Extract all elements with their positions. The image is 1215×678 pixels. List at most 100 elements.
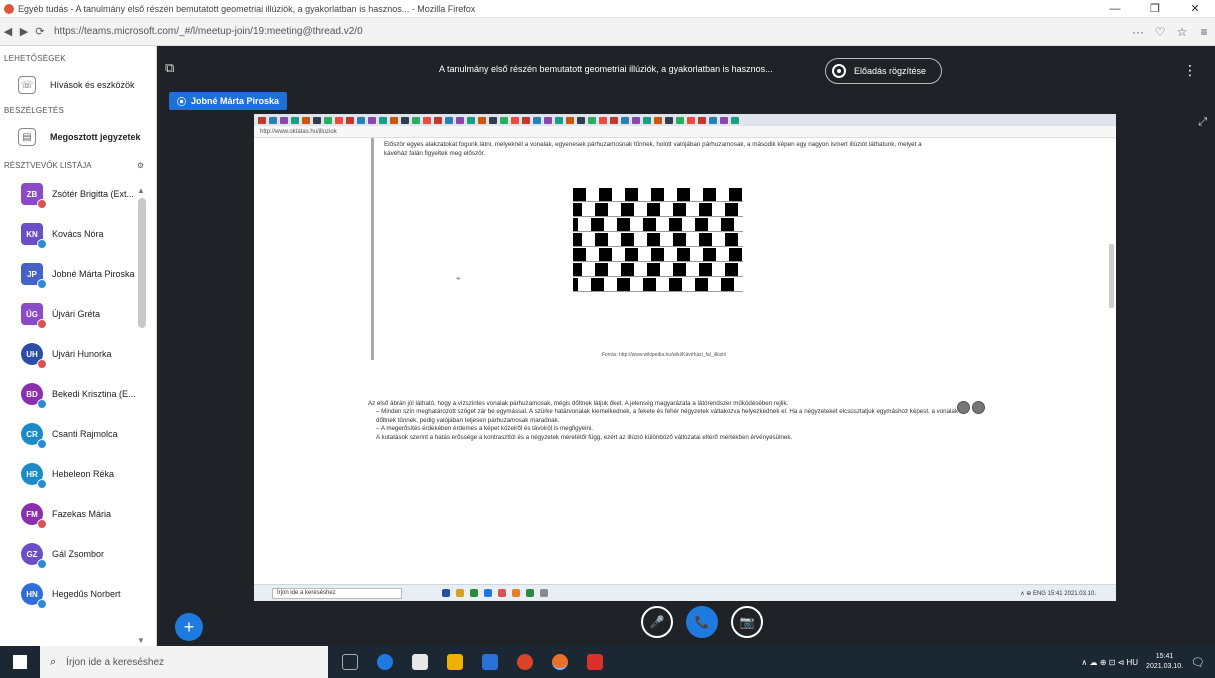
browser-tab [687, 116, 695, 124]
participant-name: Újvári Gréta [52, 309, 101, 319]
avatar: HN [21, 583, 47, 609]
browser-tab [621, 116, 629, 124]
taskbar-search-placeholder: Írjon ide a kereséshez [66, 656, 165, 668]
firefox-icon [4, 3, 14, 14]
section-label-options: Lehetőségek [4, 54, 66, 63]
status-dot-icon [37, 359, 47, 369]
participant-item[interactable]: UH Ujvári Hunorka [0, 334, 156, 374]
sidebar-scrollbar[interactable] [138, 198, 146, 328]
firefox-icon[interactable] [552, 654, 568, 670]
menu-button[interactable]: ≡ [1193, 25, 1215, 39]
edge-icon[interactable] [377, 654, 393, 670]
mouse-cursor-icon: ⌖ [456, 274, 461, 283]
avatar: KN [21, 223, 47, 249]
shared-notes-item[interactable]: ▤ Megosztott jegyzetek [0, 118, 156, 156]
meeting-title: A tanulmány első részén bemutatott geome… [439, 64, 773, 74]
browser-tab [731, 116, 739, 124]
acrobat-icon[interactable] [587, 654, 603, 670]
shared-notes-label: Megosztott jegyzetek [50, 132, 141, 142]
pocket-icon[interactable]: ♡ [1149, 25, 1171, 39]
participant-name: Ujvári Hunorka [52, 349, 112, 359]
maximize-button[interactable]: ❐ [1135, 2, 1175, 15]
taskbar-search[interactable]: ⌕ Írjon ide a kereséshez [40, 646, 328, 678]
participants-header: Résztvevők listája ⚙ [0, 156, 156, 174]
app-icon [498, 589, 506, 597]
task-view-icon[interactable] [342, 654, 358, 670]
cafe-wall-illusion-image [573, 188, 743, 294]
close-button[interactable]: ✕ [1175, 2, 1215, 15]
app-icon [456, 589, 464, 597]
browser-tab [467, 116, 475, 124]
participant-name: Zsótér Brigitta (Ext... [52, 189, 135, 199]
status-dot-icon [37, 599, 47, 609]
mail-icon[interactable] [482, 654, 498, 670]
shared-taskbar: Írjon ide a kereséshez ∧ ⊕ ENG 15:41 202… [254, 584, 1116, 601]
status-dot-icon [37, 319, 47, 329]
participant-item[interactable]: BD Bekedi Krisztina (E... [0, 374, 156, 414]
meeting-controls: 🎤 📞 📷 [641, 606, 763, 638]
browser-tab [588, 116, 596, 124]
clock[interactable]: 15:41 2021.03.10. [1146, 652, 1183, 672]
microphone-button[interactable]: 🎤 [641, 606, 673, 638]
shared-scrollbar [1109, 244, 1114, 308]
forward-button[interactable]: ▶ [16, 25, 32, 38]
file-explorer-icon[interactable] [447, 654, 463, 670]
browser-tab [401, 116, 409, 124]
browser-tab [478, 116, 486, 124]
browser-tab [335, 116, 343, 124]
avatar: ÚG [21, 303, 47, 329]
start-button[interactable] [0, 646, 40, 678]
participant-item[interactable]: CR Csanti Rajmolca [0, 414, 156, 454]
notes-icon: ▤ [18, 128, 36, 146]
meeting-sidebar: Lehetőségek ☏ Hívások és eszközök Beszél… [0, 46, 157, 646]
tray-icons[interactable]: ∧ ☁ ⊕ ⊡ ⊲ HU [1081, 658, 1138, 667]
back-button[interactable]: ◀ [0, 25, 16, 38]
participant-item[interactable]: HN Hegedűs Norbert [0, 574, 156, 614]
browser-tab [500, 116, 508, 124]
windows-taskbar: ⌕ Írjon ide a kereséshez ∧ ☁ ⊕ ⊡ ⊲ HU 15… [0, 646, 1215, 678]
scroll-down-arrow-icon[interactable]: ▼ [137, 636, 145, 645]
reload-button[interactable]: ⟳ [32, 25, 48, 38]
avatar: FM [21, 503, 47, 529]
participant-item[interactable]: ÚG Újvári Gréta [0, 294, 156, 334]
participant-item[interactable]: ZB Zsótér Brigitta (Ext... [0, 174, 156, 214]
browser-tab [302, 116, 310, 124]
participant-item[interactable]: GZ Gál Zsombor [0, 534, 156, 574]
avatar: HR [21, 463, 47, 489]
participant-name: Kovács Nóra [52, 229, 104, 239]
scroll-up-arrow-icon[interactable]: ▲ [137, 186, 145, 195]
browser-tab [610, 116, 618, 124]
recording-indicator[interactable]: Előadás rögzítése [825, 58, 942, 84]
participant-name: Fazekas Mária [52, 509, 112, 519]
browser-tab [357, 116, 365, 124]
camera-button[interactable]: 📷 [731, 606, 763, 638]
add-button[interactable]: + [175, 613, 203, 641]
expand-icon[interactable]: ⤢ [1198, 116, 1207, 129]
settings-gear-icon[interactable]: ⚙ [137, 161, 144, 170]
layout-toggle-icon[interactable]: ⧉ [165, 60, 174, 76]
browser-tab [533, 116, 541, 124]
calls-devices-item[interactable]: ☏ Hívások és eszközök [0, 66, 156, 104]
more-options-button[interactable]: ⋮ [1183, 62, 1197, 79]
illusion-row [573, 218, 743, 232]
store-icon[interactable] [412, 654, 428, 670]
participant-item[interactable]: HR Hebeleon Réka [0, 454, 156, 494]
call-button[interactable]: 📞 [686, 606, 718, 638]
list-item: – Minden szín meghatározott szöget zár b… [376, 408, 958, 424]
list-item: A kutatások szerint a hatás erőssége a k… [368, 434, 958, 442]
notification-icon[interactable]: 🗨 [1191, 656, 1205, 669]
browser-tab [654, 116, 662, 124]
browser-tab [632, 116, 640, 124]
participant-item[interactable]: FM Fazekas Mária [0, 494, 156, 534]
presenter-badge: ⦿ Jobné Márta Piroska [169, 92, 288, 110]
bookmark-star-icon[interactable]: ☆ [1171, 25, 1193, 39]
status-dot-icon [37, 239, 47, 249]
illusion-row [573, 188, 743, 202]
page-actions-button[interactable]: ··· [1127, 25, 1149, 39]
participant-item[interactable]: KN Kovács Nóra [0, 214, 156, 254]
address-bar[interactable]: https://teams.microsoft.com/_#/l/meetup-… [54, 26, 1127, 37]
minimize-button[interactable]: — [1095, 3, 1135, 15]
chrome-icon[interactable] [517, 654, 533, 670]
participant-item[interactable]: JP Jobné Márta Piroska [0, 254, 156, 294]
clock-time: 15:41 [1155, 653, 1174, 660]
